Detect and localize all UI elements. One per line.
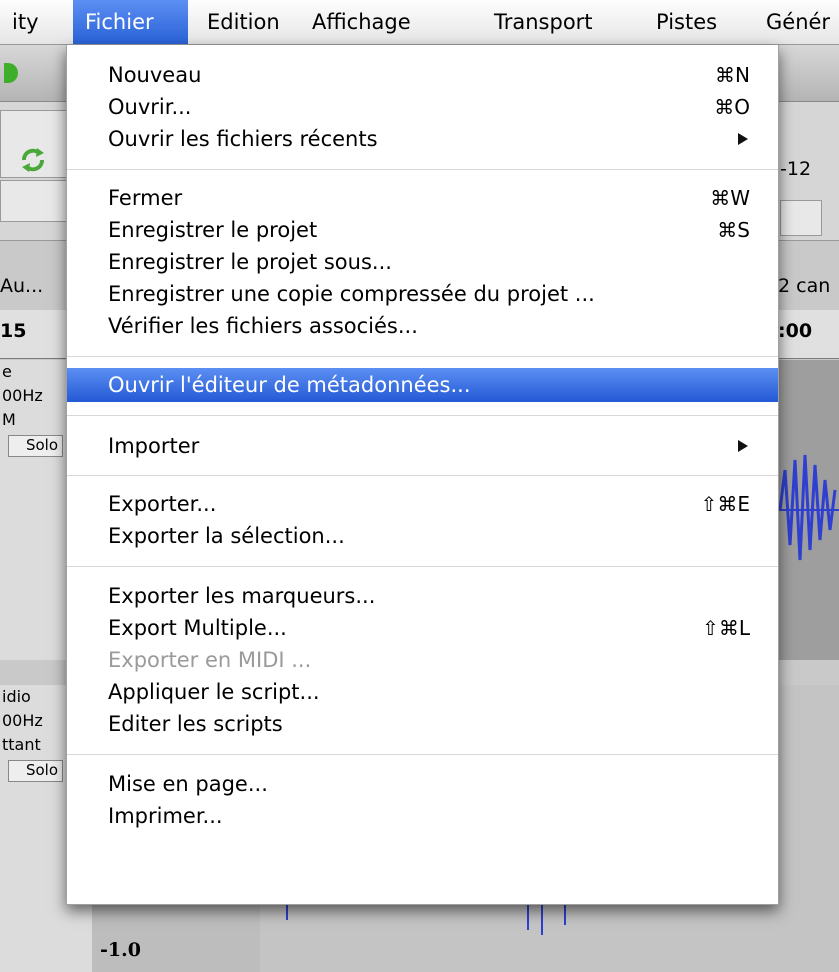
menu-item-importer[interactable]: Importer (67, 430, 778, 462)
menu-item-verifier-fichiers[interactable]: Vérifier les fichiers associés... (67, 310, 778, 342)
menu-separator (67, 169, 778, 170)
menu-item-ouvrir[interactable]: Ouvrir... ⌘O (67, 91, 778, 123)
menu-item-label: Importer (108, 434, 200, 458)
menu-item-label: Exporter en MIDI ... (108, 648, 312, 672)
menu-item-export-multiple[interactable]: Export Multiple... ⇧⌘L (67, 612, 778, 644)
menu-item-label: Fermer (108, 186, 183, 210)
menu-item-label: Nouveau (108, 63, 202, 87)
menu-item-enregistrer-sous[interactable]: Enregistrer le projet sous... (67, 246, 778, 278)
menu-transport[interactable]: Transport (482, 0, 605, 44)
menu-separator (67, 566, 778, 567)
channels-combo[interactable]: 2 can (778, 275, 830, 297)
submenu-arrow-icon (738, 133, 748, 145)
menu-separator (67, 475, 778, 476)
menu-item-editeur-metadonnees[interactable]: Ouvrir l'éditeur de métadonnées... (67, 368, 778, 402)
track-2-solo-button[interactable]: Solo (8, 760, 63, 782)
menu-item-mise-en-page[interactable]: Mise en page... (67, 768, 778, 800)
track-1-format: M (2, 410, 16, 429)
menu-item-label: Ouvrir les fichiers récents (108, 127, 378, 151)
track-1-name: e (2, 362, 12, 381)
menu-item-label: Imprimer... (108, 804, 223, 828)
menu-pistes[interactable]: Pistes (644, 0, 729, 44)
menu-item-imprimer[interactable]: Imprimer... (67, 800, 778, 832)
menu-item-label: Mise en page... (108, 772, 268, 796)
menu-separator (67, 754, 778, 755)
menu-item-shortcut: ⌘S (717, 218, 750, 242)
menu-edition[interactable]: Edition (195, 0, 292, 44)
fichier-dropdown-menu: Nouveau ⌘N Ouvrir... ⌘O Ouvrir les fichi… (66, 45, 779, 905)
menu-item-exporter-selection[interactable]: Exporter la sélection... (67, 520, 778, 552)
track-2-name: idio (2, 687, 31, 706)
menu-item-label: Ouvrir l'éditeur de métadonnées... (108, 373, 471, 397)
menu-item-exporter-marqueurs[interactable]: Exporter les marqueurs... (67, 580, 778, 612)
menu-affichage[interactable]: Affichage (300, 0, 423, 44)
menu-item-exporter-midi: Exporter en MIDI ... (67, 644, 778, 676)
edit-toolbar (0, 180, 74, 222)
menu-item-shortcut: ⌘O (714, 95, 750, 119)
menu-item-label: Enregistrer une copie compressée du proj… (108, 282, 595, 306)
menu-generer[interactable]: Génér (754, 0, 839, 44)
menu-item-shortcut: ⌘N (715, 63, 750, 87)
menu-item-label: Exporter la sélection... (108, 524, 345, 548)
menu-item-nouveau[interactable]: Nouveau ⌘N (67, 59, 778, 91)
menu-audacity[interactable]: ity (0, 0, 51, 44)
ruler-tick-left: 15 (0, 320, 27, 342)
track-2-rate: 00Hz (2, 711, 43, 730)
meter-scale-label: -12 (780, 158, 812, 180)
menu-item-label: Enregistrer le projet (108, 218, 318, 242)
menu-item-label: Exporter les marqueurs... (108, 584, 376, 608)
menu-separator (67, 415, 778, 416)
sync-icon[interactable] (18, 145, 48, 175)
menu-item-label: Editer les scripts (108, 712, 283, 736)
menu-item-label: Appliquer le script... (108, 680, 320, 704)
ruler-tick-right: :00 (778, 320, 813, 342)
menubar: ity Fichier Edition Affichage Transport … (0, 0, 839, 45)
menu-item-enregistrer[interactable]: Enregistrer le projet ⌘S (67, 214, 778, 246)
menu-separator (67, 356, 778, 357)
menu-item-editer-scripts[interactable]: Editer les scripts (67, 708, 778, 740)
menu-item-shortcut: ⇧⌘E (700, 492, 750, 516)
menu-item-ouvrir-recents[interactable]: Ouvrir les fichiers récents (67, 123, 778, 155)
menu-item-label: Exporter... (108, 492, 217, 516)
project-rate-combo[interactable]: Au... (0, 275, 43, 297)
menu-item-shortcut: ⇧⌘L (702, 616, 750, 640)
window-zoom-button[interactable] (4, 63, 18, 83)
meter-button[interactable] (780, 200, 822, 236)
track-1-solo-button[interactable]: Solo (8, 435, 63, 457)
menu-item-label: Vérifier les fichiers associés... (108, 314, 418, 338)
track-1-rate: 00Hz (2, 386, 43, 405)
menu-fichier[interactable]: Fichier (73, 0, 188, 44)
menu-item-appliquer-script[interactable]: Appliquer le script... (67, 676, 778, 708)
menu-item-label: Ouvrir... (108, 95, 192, 119)
menu-item-shortcut: ⌘W (710, 186, 750, 210)
track-2-format: ttant (2, 735, 41, 754)
menu-item-label: Export Multiple... (108, 616, 287, 640)
scale-bottom-label: -1.0 (100, 939, 141, 961)
menu-item-fermer[interactable]: Fermer ⌘W (67, 182, 778, 214)
submenu-arrow-icon (738, 440, 748, 452)
menu-item-enregistrer-copie-compressee[interactable]: Enregistrer une copie compressée du proj… (67, 278, 778, 310)
menu-item-exporter[interactable]: Exporter... ⇧⌘E (67, 488, 778, 520)
menu-item-label: Enregistrer le projet sous... (108, 250, 392, 274)
